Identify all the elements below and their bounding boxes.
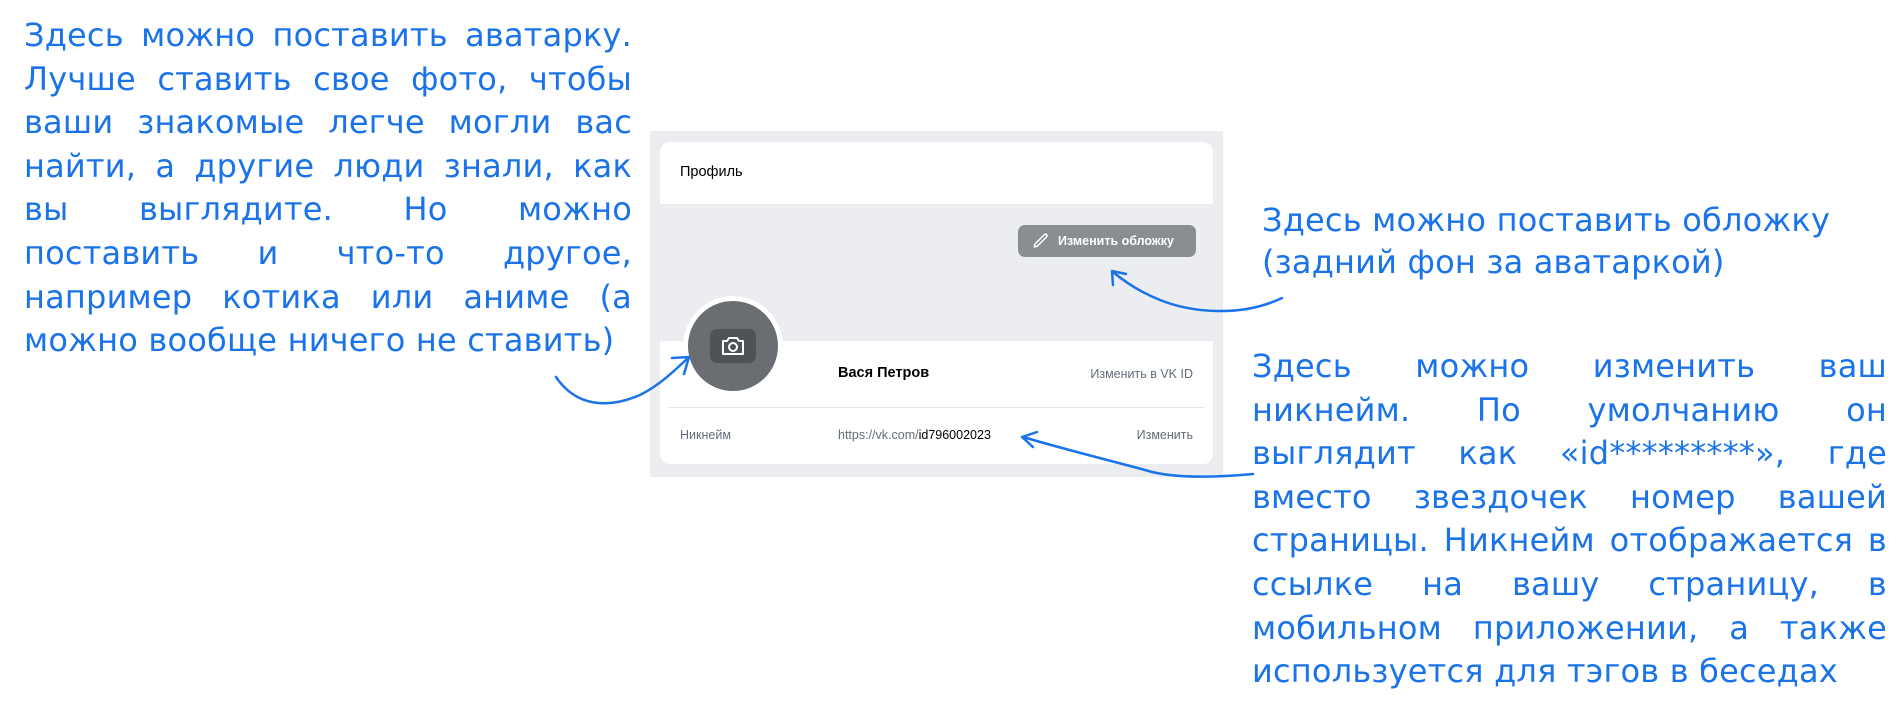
nickname-id: id796002023 bbox=[918, 428, 991, 442]
edit-in-vkid-link[interactable]: Изменить в VK ID bbox=[1090, 367, 1193, 381]
profile-screenshot: Профиль Изменить обложку Вася Петров Изм… bbox=[650, 131, 1223, 477]
pencil-icon bbox=[1033, 233, 1048, 248]
nickname-url-prefix: https://vk.com/ bbox=[838, 428, 919, 442]
avatar-annotation: Здесь можно поставить аватарку. Лучше ст… bbox=[24, 16, 632, 360]
nickname-annotation: Здесь можно изменить ваш никнейм. По умо… bbox=[1252, 347, 1887, 691]
change-cover-label: Изменить обложку bbox=[1058, 234, 1174, 248]
change-cover-button[interactable]: Изменить обложку bbox=[1018, 225, 1196, 257]
profile-title: Профиль bbox=[680, 164, 743, 180]
cover-annotation: Здесь можно поставить обложку (задний фо… bbox=[1262, 201, 1831, 281]
profile-card: Профиль Изменить обложку Вася Петров Изм… bbox=[660, 142, 1213, 464]
edit-nickname-link[interactable]: Изменить bbox=[1137, 428, 1193, 442]
nickname-label: Никнейм bbox=[680, 428, 731, 442]
avatar[interactable] bbox=[683, 296, 783, 396]
nickname-url: https://vk.com/id796002023 bbox=[838, 428, 991, 442]
user-name: Вася Петров bbox=[838, 365, 930, 381]
divider bbox=[669, 407, 1204, 408]
camera-icon bbox=[710, 329, 756, 363]
